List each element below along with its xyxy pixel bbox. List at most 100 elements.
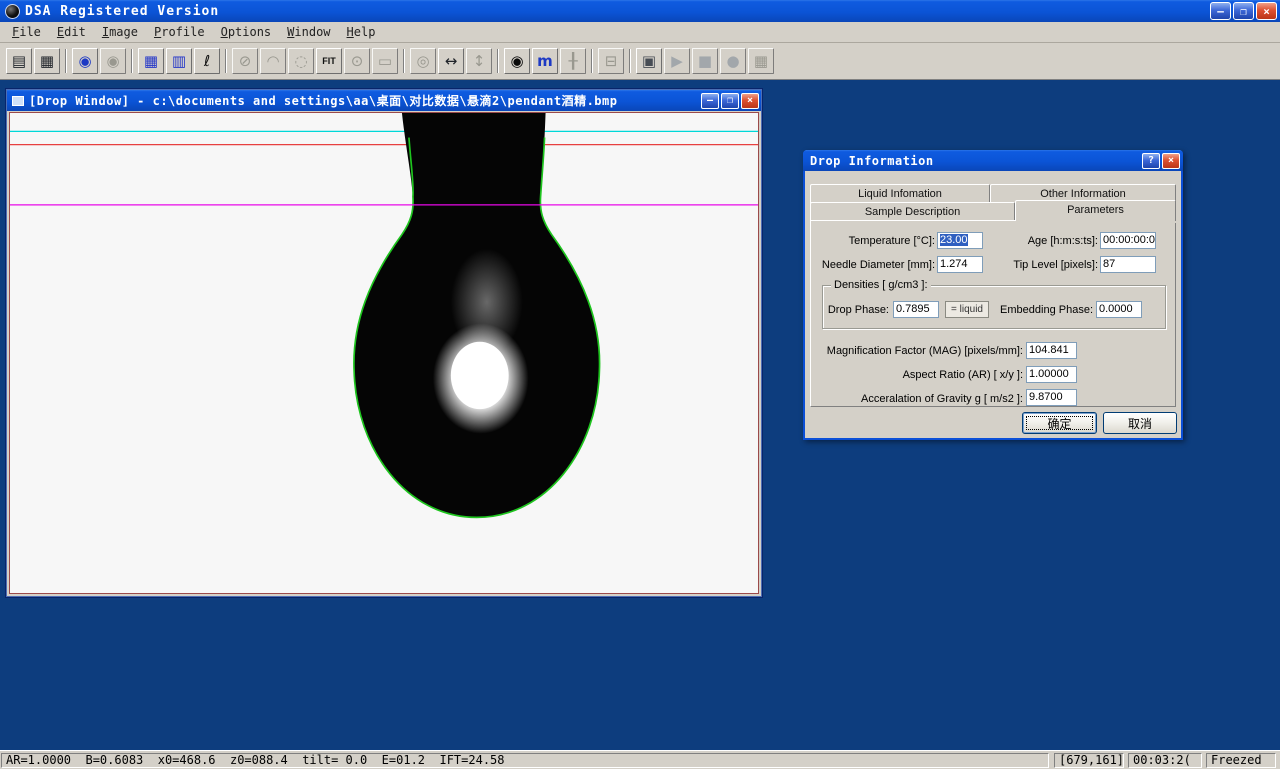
menu-item-options[interactable]: Options (213, 23, 280, 41)
baseline-icon: ↕ (473, 54, 486, 69)
embedding-phase-label: Embedding Phase: (995, 304, 1093, 317)
status-readout: AR=1.0000 B=0.6083 x0=468.6 z0=088.4 til… (1, 753, 1049, 768)
laplace-fit-button[interactable]: ℓ (194, 48, 220, 74)
pendant-drop-icon: m (537, 54, 553, 69)
circle-fit-button[interactable]: ⊙ (344, 48, 370, 74)
tip-level-input[interactable]: 87 (1100, 256, 1156, 273)
drop-window-title: [Drop Window] - c:\documents and setting… (29, 92, 699, 109)
height-width-method-icon: ◌ (294, 54, 307, 69)
age-input[interactable]: 00:00:00:0 (1100, 232, 1156, 249)
app-title: DSA Registered Version (25, 4, 1208, 19)
cancel-button[interactable]: 取消 (1103, 412, 1177, 434)
tangent-method-icon: ◠ (266, 54, 279, 69)
print-button[interactable]: ⊟ (598, 48, 624, 74)
tangent-method-button[interactable]: ◠ (260, 48, 286, 74)
dialog-help-button[interactable]: ? (1142, 153, 1160, 169)
magnification-input[interactable]: 104.841 (1026, 342, 1077, 359)
dialog-body: Liquid Infomation Other Information Samp… (805, 171, 1181, 438)
restore-button[interactable]: ❐ (1233, 2, 1254, 20)
circle-fit-icon: ⊙ (351, 54, 364, 69)
chart-button[interactable]: ▥ (166, 48, 192, 74)
circle-method-button[interactable]: ⊘ (232, 48, 258, 74)
frame-sequence-button[interactable]: ▦ (748, 48, 774, 74)
frame-sequence-icon: ▦ (754, 54, 768, 69)
menu-item-edit[interactable]: Edit (49, 23, 94, 41)
tab-liquid-information[interactable]: Liquid Infomation (810, 184, 990, 203)
temperature-label: Temperature [°C]: (807, 235, 935, 248)
menu-item-window[interactable]: Window (279, 23, 338, 41)
status-mode: Freezed (1206, 753, 1276, 768)
save-image-button[interactable]: ▦ (34, 48, 60, 74)
densities-legend: Densities [ g/cm3 ]: (831, 279, 931, 291)
live-video-icon: ◉ (78, 54, 91, 69)
play-button[interactable]: ▶ (664, 48, 690, 74)
height-width-method-button[interactable]: ◌ (288, 48, 314, 74)
stop-button[interactable]: ■ (692, 48, 718, 74)
open-image-button[interactable]: ▤ (6, 48, 32, 74)
pendant-drop-button[interactable]: m (532, 48, 558, 74)
drop-window-close-button[interactable]: × (741, 93, 759, 109)
gravity-label: Acceralation of Gravity g [ m/s2 ]: (807, 393, 1023, 406)
sessile-drop-button[interactable]: ◉ (504, 48, 530, 74)
ok-button[interactable]: 确定 (1022, 412, 1097, 434)
needle-button[interactable]: ╂ (560, 48, 586, 74)
embedding-phase-input[interactable]: 0.0000 (1096, 301, 1142, 318)
drop-information-dialog: Drop Information ? × Liquid Infomation O… (803, 150, 1183, 440)
pendant-drop-svg (10, 113, 758, 593)
temperature-value: 23.00 (940, 234, 968, 246)
aspect-ratio-label: Aspect Ratio (AR) [ x/y ]: (807, 369, 1023, 382)
magnification-label: Magnification Factor (MAG) [pixels/mm]: (807, 345, 1023, 358)
result-table-icon: ▦ (144, 54, 158, 69)
needle-diameter-input[interactable]: 1.274 (937, 256, 983, 273)
drop-phase-input[interactable]: 0.7895 (893, 301, 939, 318)
tip-level-label: Tip Level [pixels]: (1008, 259, 1098, 272)
drop-window-maximize-button[interactable]: ❐ (721, 93, 739, 109)
menu-item-image[interactable]: Image (94, 23, 146, 41)
drop-phase-label: Drop Phase: (827, 304, 889, 317)
camera-settings-icon: ▣ (642, 54, 656, 69)
minimize-button[interactable]: – (1210, 2, 1231, 20)
menu-item-file[interactable]: File (4, 23, 49, 41)
dialog-title: Drop Information (806, 154, 1140, 168)
close-button[interactable]: × (1256, 2, 1277, 20)
fit-button[interactable]: FIT (316, 48, 342, 74)
live-video-button[interactable]: ◉ (72, 48, 98, 74)
freeze-image-button[interactable]: ◉ (100, 48, 126, 74)
drop-window-minimize-button[interactable]: – (701, 93, 719, 109)
result-table-button[interactable]: ▦ (138, 48, 164, 74)
toolbar-separator (225, 49, 227, 73)
stop-icon: ■ (698, 54, 712, 69)
toolbar-separator (629, 49, 631, 73)
ellipse-fit-icon: ▭ (378, 54, 392, 69)
chart-icon: ▥ (172, 54, 186, 69)
toolbar-separator (403, 49, 405, 73)
aspect-ratio-input[interactable]: 1.00000 (1026, 366, 1077, 383)
record-button[interactable]: ● (720, 48, 746, 74)
circle-method-icon: ⊘ (239, 54, 252, 69)
width-measure-icon: ↔ (445, 54, 458, 69)
sessile-drop-icon: ◉ (510, 54, 523, 69)
tab-sample-description[interactable]: Sample Description (810, 202, 1015, 221)
pendant-drop-image (9, 112, 759, 594)
width-measure-button[interactable]: ↔ (438, 48, 464, 74)
menu-item-profile[interactable]: Profile (146, 23, 213, 41)
app-titlebar: DSA Registered Version – ❐ × (0, 0, 1280, 22)
liquid-preset-button[interactable]: = liquid (945, 301, 989, 318)
dialog-titlebar[interactable]: Drop Information ? × (803, 150, 1183, 171)
gravity-input[interactable]: 9.8700 (1026, 389, 1077, 406)
toolbar-separator (497, 49, 499, 73)
drop-window-titlebar[interactable]: [Drop Window] - c:\documents and setting… (7, 90, 761, 111)
needle-icon: ╂ (568, 54, 577, 69)
temperature-input[interactable]: 23.00 (937, 232, 983, 249)
zoom-lens-button[interactable]: ◎ (410, 48, 436, 74)
baseline-button[interactable]: ↕ (466, 48, 492, 74)
menu-item-help[interactable]: Help (339, 23, 384, 41)
camera-settings-button[interactable]: ▣ (636, 48, 662, 74)
ellipse-fit-button[interactable]: ▭ (372, 48, 398, 74)
toolbar-separator (131, 49, 133, 73)
play-icon: ▶ (671, 54, 683, 69)
laplace-fit-icon: ℓ (204, 54, 210, 69)
dialog-close-button[interactable]: × (1162, 153, 1180, 169)
tab-parameters[interactable]: Parameters (1015, 200, 1176, 221)
save-image-icon: ▦ (40, 54, 54, 69)
